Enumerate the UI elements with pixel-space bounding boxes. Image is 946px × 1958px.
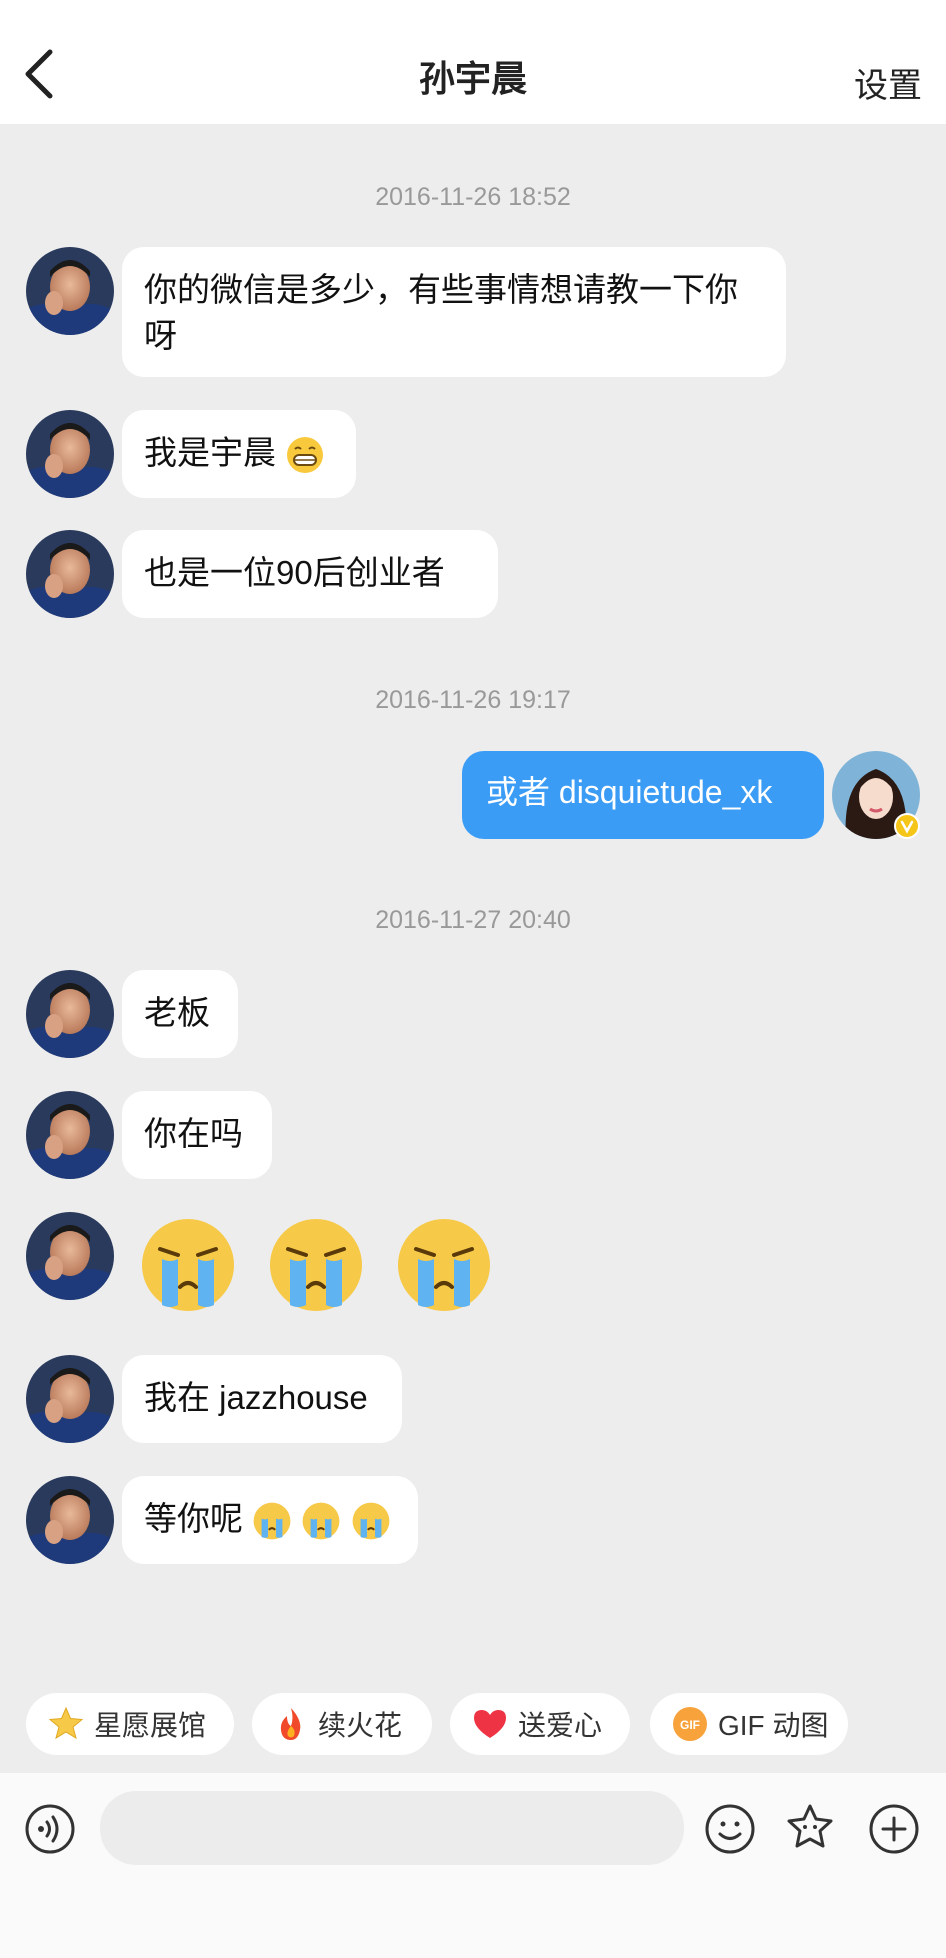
gif-icon: GIF bbox=[673, 1707, 707, 1741]
crying-emoji-icon bbox=[270, 1219, 362, 1311]
fire-icon bbox=[280, 1708, 301, 1740]
message-text: 我是宇晨 bbox=[144, 434, 276, 471]
avatar[interactable] bbox=[26, 1091, 114, 1179]
emoji-icon[interactable] bbox=[704, 1803, 756, 1855]
incoming-message: 老板 bbox=[122, 970, 238, 1058]
chip-spark[interactable]: 续火花 bbox=[252, 1693, 432, 1755]
message-text: 或者 disquietude_xk bbox=[486, 774, 773, 810]
timestamp: 2016-11-27 20:40 bbox=[375, 906, 571, 934]
chip-label: 送爱心 bbox=[518, 1710, 603, 1741]
crying-emoji-icon bbox=[352, 1502, 389, 1540]
quick-actions: 星愿展馆 续火花 送爱心 GIF GIF 动图 bbox=[0, 1693, 946, 1755]
my-avatar[interactable] bbox=[832, 751, 920, 839]
verified-badge-icon bbox=[894, 813, 920, 839]
message-text: 你的微信是多少，有些事情想请教一下你呀 bbox=[144, 271, 738, 354]
settings-button[interactable]: 设置 bbox=[854, 58, 922, 107]
chip-label: 续火花 bbox=[318, 1710, 403, 1741]
incoming-message: 等你呢 bbox=[122, 1476, 418, 1564]
sticker-icon[interactable] bbox=[782, 1801, 838, 1857]
chip-star-gallery[interactable]: 星愿展馆 bbox=[26, 1693, 234, 1755]
svg-text:GIF: GIF bbox=[680, 1718, 700, 1732]
incoming-message: 我在 jazzhouse bbox=[122, 1355, 402, 1443]
timestamp: 2016-11-26 18:52 bbox=[375, 183, 571, 211]
crying-emoji-icon bbox=[398, 1219, 490, 1311]
voice-icon[interactable] bbox=[24, 1803, 76, 1855]
message-text: 等你呢 bbox=[144, 1500, 243, 1537]
avatar[interactable] bbox=[26, 1212, 114, 1300]
incoming-message: 你在吗 bbox=[122, 1091, 272, 1179]
page-title: 孙宇晨 bbox=[418, 58, 527, 99]
avatar[interactable] bbox=[26, 410, 114, 498]
chip-send-love[interactable]: 送爱心 bbox=[450, 1693, 630, 1755]
crying-emoji-icon bbox=[302, 1502, 340, 1540]
crying-emoji-icon bbox=[253, 1502, 291, 1540]
message-text: 我在 jazzhouse bbox=[144, 1379, 368, 1416]
star-icon bbox=[48, 1706, 84, 1740]
avatar[interactable] bbox=[26, 1476, 114, 1564]
message-text: 老板 bbox=[144, 994, 210, 1031]
outgoing-message: 或者 disquietude_xk bbox=[462, 751, 824, 839]
avatar[interactable] bbox=[26, 970, 114, 1058]
message-text: 你在吗 bbox=[144, 1115, 243, 1152]
incoming-message: 我是宇晨 bbox=[122, 410, 356, 498]
heart-icon bbox=[474, 1710, 506, 1738]
incoming-message: 也是一位90后创业者 bbox=[122, 530, 498, 618]
plus-icon[interactable] bbox=[868, 1803, 920, 1855]
chip-label: GIF 动图 bbox=[718, 1710, 829, 1741]
grin-emoji-icon bbox=[287, 437, 324, 474]
incoming-message: 你的微信是多少，有些事情想请教一下你呀 bbox=[122, 247, 786, 377]
timestamp: 2016-11-26 19:17 bbox=[375, 686, 571, 714]
crying-emoji-icon bbox=[142, 1219, 234, 1311]
chip-label: 星愿展馆 bbox=[94, 1710, 207, 1741]
message-input[interactable] bbox=[100, 1791, 684, 1865]
avatar[interactable] bbox=[26, 530, 114, 618]
chip-gif[interactable]: GIF GIF 动图 bbox=[650, 1693, 848, 1755]
avatar[interactable] bbox=[26, 1355, 114, 1443]
input-bar bbox=[0, 1773, 946, 1958]
top-bar: 孙宇晨 设置 bbox=[0, 0, 946, 124]
message-text: 也是一位90后创业者 bbox=[144, 554, 445, 591]
avatar[interactable] bbox=[26, 247, 114, 335]
